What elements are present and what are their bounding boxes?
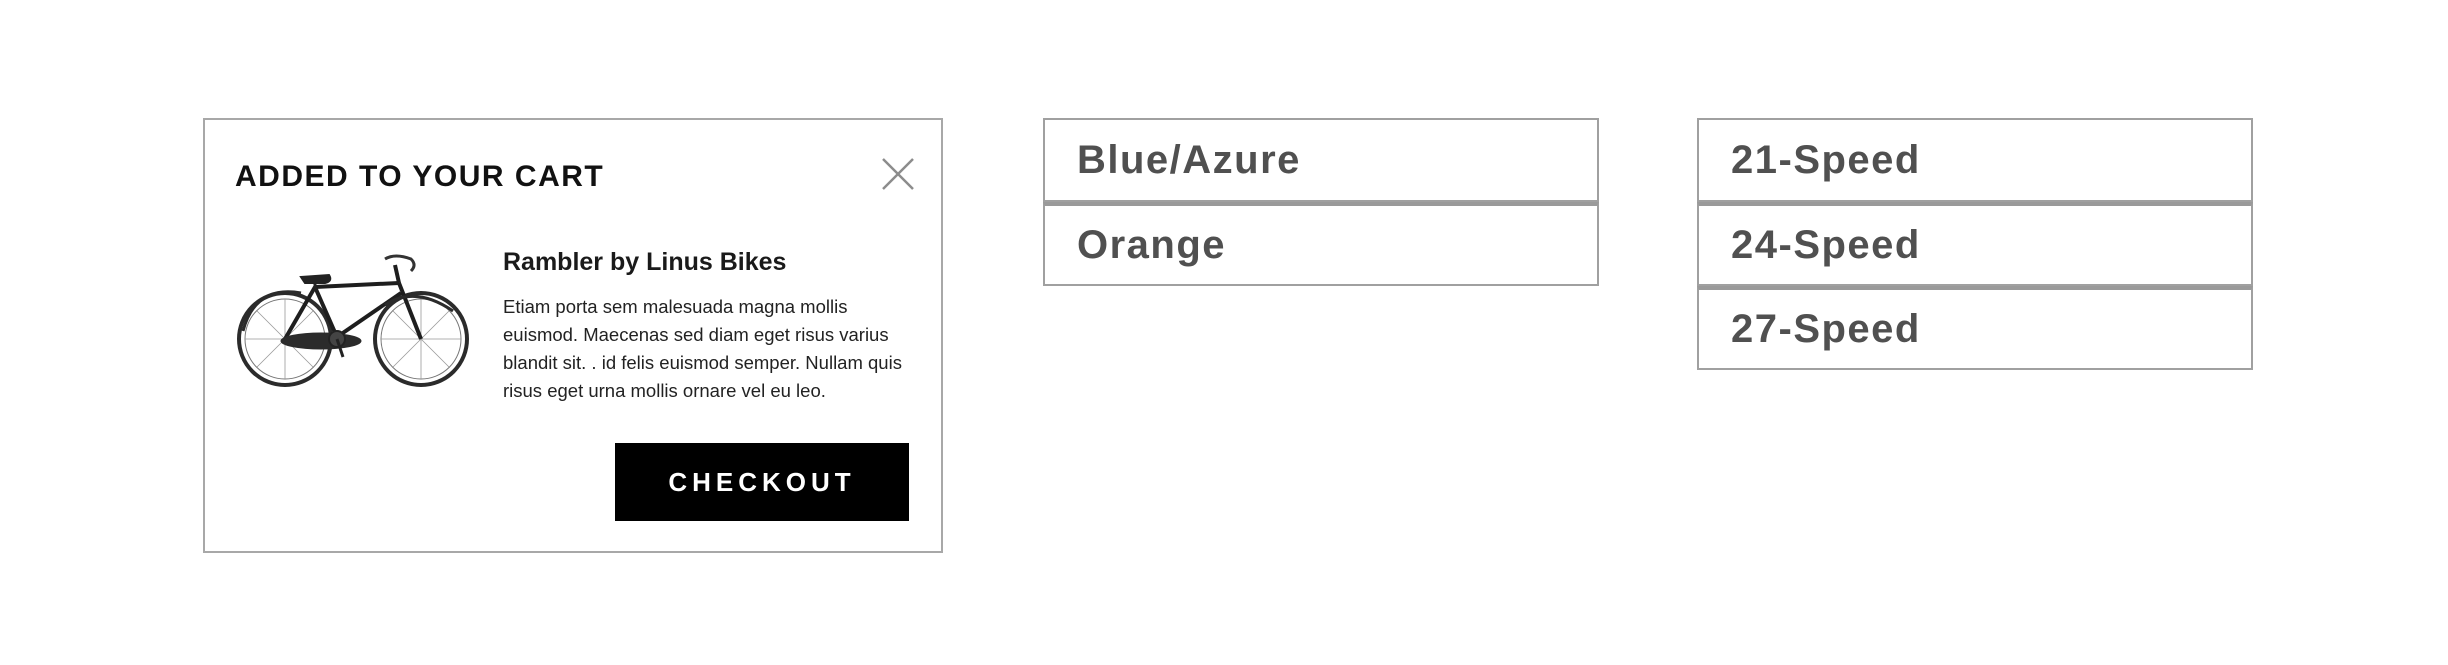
cart-modal-title: ADDED TO YOUR CART bbox=[235, 160, 605, 193]
product-description: Etiam porta sem malesuada magna mollis e… bbox=[503, 296, 902, 401]
close-button[interactable] bbox=[881, 157, 915, 191]
color-option-list: Blue/Azure Orange bbox=[1043, 118, 1599, 286]
option-item-blue-azure[interactable]: Blue/Azure bbox=[1043, 118, 1599, 202]
option-item-24-speed[interactable]: 24-Speed bbox=[1697, 202, 2253, 286]
option-item-orange[interactable]: Orange bbox=[1043, 202, 1599, 286]
bicycle-image bbox=[235, 245, 471, 395]
option-item-27-speed[interactable]: 27-Speed bbox=[1697, 286, 2253, 370]
option-item-21-speed[interactable]: 21-Speed bbox=[1697, 118, 2253, 202]
added-to-cart-modal: ADDED TO YOUR CART Rambler by Linus Bike… bbox=[203, 118, 943, 553]
close-icon bbox=[882, 158, 914, 190]
speed-option-list: 21-Speed 24-Speed 27-Speed bbox=[1697, 118, 2253, 370]
checkout-button[interactable]: CHECKOUT bbox=[615, 443, 909, 521]
product-name: Rambler by Linus Bikes bbox=[503, 248, 787, 276]
